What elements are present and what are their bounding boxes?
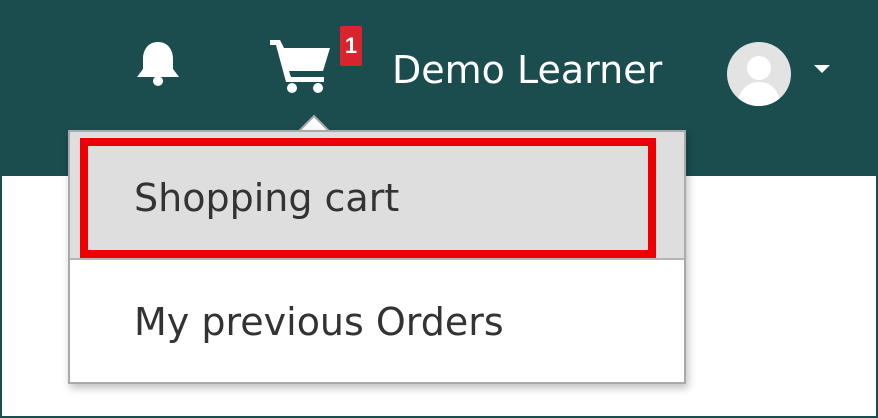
- user-menu-caret-down-icon[interactable]: [812, 62, 832, 76]
- screenshot-frame: 1 Demo Learner Shopping cart My previous…: [0, 0, 878, 418]
- menu-item-previous-orders[interactable]: My previous Orders: [70, 260, 684, 382]
- menu-item-shopping-cart[interactable]: Shopping cart: [70, 132, 684, 258]
- notifications-bell-icon[interactable]: [134, 38, 182, 88]
- user-name[interactable]: Demo Learner: [392, 42, 662, 98]
- shopping-cart-icon[interactable]: [268, 36, 334, 94]
- cart-dropdown-menu: Shopping cart My previous Orders: [68, 130, 686, 384]
- cart-count-badge: 1: [340, 26, 362, 66]
- menu-item-label: Shopping cart: [134, 176, 400, 220]
- menu-item-label: My previous Orders: [134, 300, 504, 344]
- user-avatar-icon[interactable]: [727, 42, 791, 106]
